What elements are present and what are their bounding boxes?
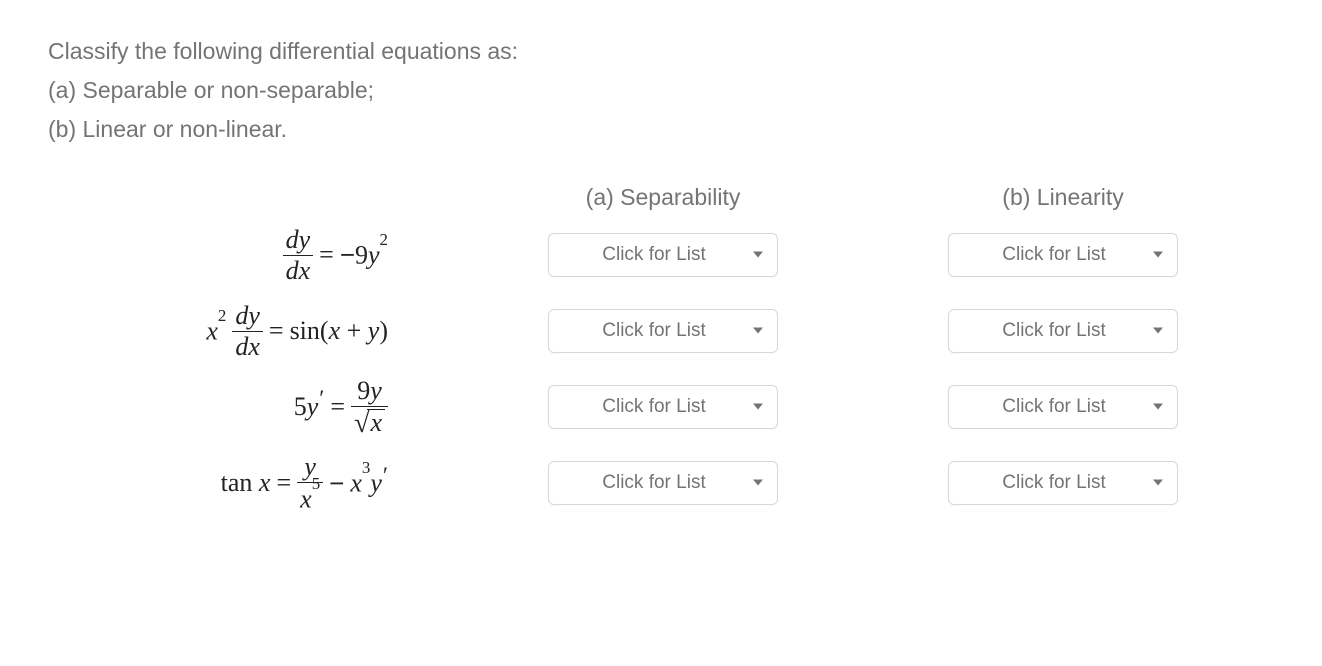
instruction-line-1: Classify the following differential equa… xyxy=(48,32,1274,71)
dropdown-eq3-separability[interactable]: Click for List xyxy=(548,385,778,429)
instruction-line-2: (a) Separable or non-separable; xyxy=(48,71,1274,110)
chevron-down-icon xyxy=(753,252,763,259)
chevron-down-icon xyxy=(1153,328,1163,335)
dropdown-label: Click for List xyxy=(602,472,723,494)
dropdown-label: Click for List xyxy=(602,244,723,266)
dropdown-label: Click for List xyxy=(1002,472,1123,494)
header-linearity: (b) Linearity xyxy=(898,177,1228,217)
dropdown-eq4-separability[interactable]: Click for List xyxy=(548,461,778,505)
chevron-down-icon xyxy=(1153,252,1163,259)
dropdown-label: Click for List xyxy=(1002,320,1123,342)
dropdown-eq4-linearity[interactable]: Click for List xyxy=(948,461,1178,505)
header-spacer xyxy=(48,177,428,217)
dropdown-label: Click for List xyxy=(1002,244,1123,266)
problem-grid: (a) Separability (b) Linearity dy dx = −… xyxy=(48,177,1274,521)
dropdown-label: Click for List xyxy=(602,396,723,418)
instructions-block: Classify the following differential equa… xyxy=(48,32,1274,149)
equation-2: x2 dy dx = sin(x + y) xyxy=(48,293,428,369)
equation-3: 5y′ = 9y √ x xyxy=(48,369,428,445)
chevron-down-icon xyxy=(753,480,763,487)
dropdown-eq1-separability[interactable]: Click for List xyxy=(548,233,778,277)
chevron-down-icon xyxy=(1153,480,1163,487)
dropdown-label: Click for List xyxy=(602,320,723,342)
chevron-down-icon xyxy=(753,328,763,335)
dropdown-label: Click for List xyxy=(1002,396,1123,418)
header-separability: (a) Separability xyxy=(498,177,828,217)
dropdown-eq1-linearity[interactable]: Click for List xyxy=(948,233,1178,277)
chevron-down-icon xyxy=(1153,404,1163,411)
dropdown-eq2-separability[interactable]: Click for List xyxy=(548,309,778,353)
equation-4: tan x = y x5 − x3y′ xyxy=(48,445,428,521)
equation-1: dy dx = −9y2 xyxy=(48,217,428,293)
dropdown-eq2-linearity[interactable]: Click for List xyxy=(948,309,1178,353)
chevron-down-icon xyxy=(753,404,763,411)
instruction-line-3: (b) Linear or non-linear. xyxy=(48,110,1274,149)
dropdown-eq3-linearity[interactable]: Click for List xyxy=(948,385,1178,429)
